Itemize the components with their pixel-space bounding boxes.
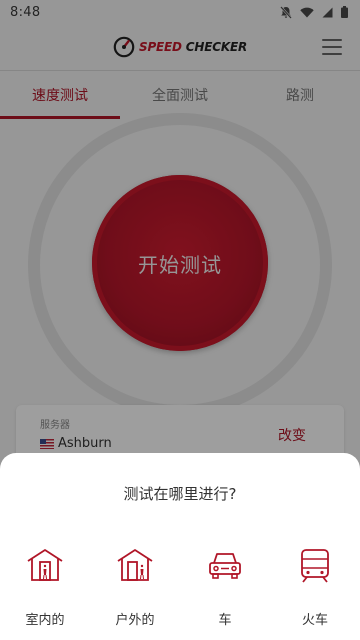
option-outdoor[interactable]: 户外的 <box>90 545 180 635</box>
outdoor-house-icon <box>117 549 153 581</box>
option-train-label: 火车 <box>301 613 328 628</box>
option-car[interactable]: 车 <box>180 545 270 635</box>
option-indoor-label: 室内的 <box>25 613 65 628</box>
car-icon <box>209 553 241 579</box>
location-options: 室内的 户外的 车 火车 <box>0 545 360 635</box>
option-train[interactable]: 火车 <box>270 545 360 635</box>
train-icon <box>301 549 329 583</box>
indoor-house-icon <box>27 549 63 581</box>
location-bottom-sheet: 测试在哪里进行? 室内的 户外的 车 火车 <box>0 453 360 640</box>
option-indoor[interactable]: 室内的 <box>0 545 90 635</box>
option-car-label: 车 <box>218 613 232 628</box>
sheet-title: 测试在哪里进行? <box>123 485 237 503</box>
speed-test-screen: 8:48 SPEED CHECKER 速度测试 全面测试 路测 开始测试 服务器… <box>0 0 360 640</box>
option-outdoor-label: 户外的 <box>115 613 155 628</box>
